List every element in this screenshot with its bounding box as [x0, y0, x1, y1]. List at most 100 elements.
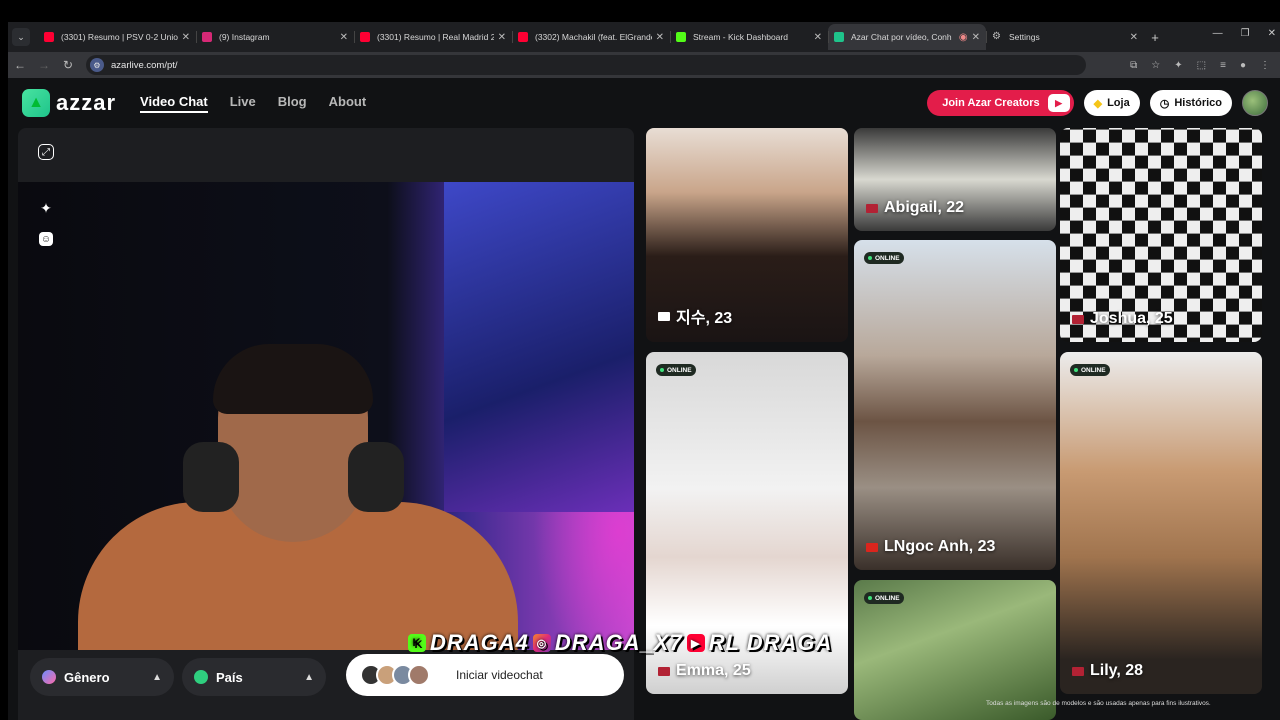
- profile-card[interactable]: ONLINE: [854, 580, 1056, 720]
- main-nav: Video Chat Live Blog About: [140, 94, 366, 113]
- images-disclaimer: Todas as imagens são de modelos e são us…: [986, 700, 1211, 707]
- extension-icon[interactable]: ✦: [1174, 60, 1182, 71]
- media-icon[interactable]: ≡: [1220, 60, 1226, 71]
- reload-icon[interactable]: ↻: [56, 58, 80, 72]
- profile-name: Lily, 28: [1072, 662, 1143, 680]
- shop-label: Loja: [1107, 97, 1130, 109]
- browser-tab-5[interactable]: Stream - Kick Dashboard ✕: [670, 24, 828, 50]
- site-info-icon[interactable]: ⚙: [90, 58, 104, 72]
- profile-card[interactable]: 지수, 23: [646, 128, 848, 342]
- browser-tab-7[interactable]: ⚙ Settings ✕: [986, 24, 1144, 50]
- profile-name-text: LNgoc Anh, 23: [884, 538, 996, 555]
- toolbar: ← → ↻ ⚙ azarlive.com/pt/ ⧉ ☆ ✦ ⬚ ≡ ● ⋮: [8, 52, 1280, 78]
- flag-us-icon: [1072, 314, 1084, 324]
- browser-tab-4[interactable]: (3302) Machakil (feat. ElGrande ✕: [512, 24, 670, 50]
- online-badge: ONLINE: [656, 364, 696, 376]
- shop-button[interactable]: ◆ Loja: [1083, 90, 1140, 116]
- country-filter[interactable]: País ▲: [182, 658, 326, 696]
- azar-logo[interactable]: ▲ azzar: [22, 89, 116, 117]
- chevron-up-icon: ▲: [304, 671, 314, 683]
- gender-icon: [42, 670, 56, 684]
- chevron-up-icon: ▲: [152, 671, 162, 683]
- install-app-icon[interactable]: ⧉: [1130, 60, 1137, 71]
- bookmark-star-icon[interactable]: ☆: [1151, 60, 1160, 71]
- close-window-icon[interactable]: ✕: [1268, 28, 1276, 39]
- headphone-left: [183, 442, 239, 512]
- avatar: [408, 664, 430, 686]
- browser-window: ⌄ (3301) Resumo | PSV 0-2 Union ✕ (9) Ins…: [8, 22, 1280, 720]
- browser-tools: ⧉ ☆ ✦ ⬚ ≡ ● ⋮: [1130, 60, 1270, 71]
- history-label: Histórico: [1174, 97, 1222, 109]
- gear-icon: ⚙: [992, 31, 1001, 42]
- close-tab-icon[interactable]: ✕: [340, 32, 348, 43]
- close-tab-icon[interactable]: ✕: [182, 32, 190, 43]
- instagram-icon: ◎: [532, 634, 551, 652]
- profile-card[interactable]: Joshua, 25: [1060, 128, 1262, 342]
- back-icon[interactable]: ←: [8, 58, 32, 72]
- youtube-icon: ▶: [686, 634, 705, 652]
- streamer: [78, 344, 518, 650]
- self-camera-video: [18, 182, 634, 650]
- flag-us-icon: [658, 666, 670, 676]
- effects-sparkle-icon[interactable]: ✦: [36, 198, 56, 218]
- expand-icon[interactable]: ⤢: [38, 144, 54, 160]
- play-icon: ▶: [1047, 94, 1070, 112]
- browser-tab-1[interactable]: (3301) Resumo | PSV 0-2 Union ✕: [38, 24, 196, 50]
- profile-card[interactable]: Abigail, 22: [854, 128, 1056, 231]
- restore-icon[interactable]: ❐: [1241, 28, 1250, 39]
- profile-name: LNgoc Anh, 23: [866, 538, 995, 556]
- extensions-puzzle-icon[interactable]: ⬚: [1197, 60, 1206, 71]
- browser-tab-2[interactable]: (9) Instagram ✕: [196, 24, 354, 50]
- address-bar[interactable]: ⚙ azarlive.com/pt/: [86, 55, 1086, 75]
- profile-card[interactable]: ONLINE Lily, 28: [1060, 352, 1262, 694]
- browser-tab-3[interactable]: (3301) Resumo | Real Madrid 2 ✕: [354, 24, 512, 50]
- instagram-icon: [202, 32, 212, 42]
- gender-filter[interactable]: Gênero ▲: [30, 658, 174, 696]
- start-videochat-button[interactable]: Iniciar videochat: [346, 654, 624, 696]
- kick-icon: K: [408, 634, 426, 652]
- close-tab-icon[interactable]: ✕: [1130, 32, 1138, 43]
- profile-icon[interactable]: ●: [1240, 60, 1246, 71]
- start-label: Iniciar videochat: [456, 668, 543, 682]
- globe-icon: [194, 670, 208, 684]
- browser-tab-6-active[interactable]: Azar Chat por vídeo, Conh ◉ ✕: [828, 24, 986, 50]
- join-creators-button[interactable]: Join Azar Creators ▶: [927, 90, 1074, 116]
- url-text: azarlive.com/pt/: [111, 59, 178, 71]
- tab-bar: ⌄ (3301) Resumo | PSV 0-2 Union ✕ (9) Ins…: [8, 22, 1280, 52]
- nav-blog[interactable]: Blog: [278, 94, 307, 113]
- nav-about[interactable]: About: [329, 94, 367, 113]
- gender-label: Gênero: [64, 669, 110, 685]
- profile-name: Emma, 25: [658, 662, 751, 680]
- profile-name-text: Emma, 25: [676, 662, 751, 679]
- hair: [213, 344, 373, 414]
- close-tab-icon[interactable]: ✕: [498, 32, 506, 43]
- menu-icon[interactable]: ⋮: [1260, 60, 1270, 71]
- youtube-handle: RL DRAGA: [708, 630, 833, 655]
- avatar-stack: [360, 664, 430, 686]
- recording-icon: ◉: [958, 31, 968, 43]
- forward-icon[interactable]: →: [32, 58, 56, 72]
- tab-search-button[interactable]: ⌄: [12, 28, 30, 46]
- window-controls: — ❐ ✕: [1213, 28, 1276, 39]
- new-tab-button[interactable]: +: [1144, 30, 1166, 45]
- nav-live[interactable]: Live: [230, 94, 256, 113]
- history-button[interactable]: ◷ Histórico: [1149, 90, 1232, 116]
- country-label: País: [216, 669, 243, 685]
- headphone-right: [348, 442, 404, 512]
- kick-icon: [676, 32, 686, 42]
- profile-name: 지수, 23: [658, 304, 732, 328]
- close-tab-icon[interactable]: ✕: [814, 32, 822, 43]
- instagram-handle: DRAGA_X7: [554, 630, 683, 655]
- close-tab-icon[interactable]: ✕: [656, 32, 664, 43]
- emoji-filter-icon[interactable]: ☺: [39, 232, 53, 246]
- azar-logo-icon: ▲: [22, 89, 50, 117]
- logo-text: azzar: [56, 90, 117, 115]
- nav-video-chat[interactable]: Video Chat: [140, 94, 208, 113]
- profile-name-text: 지수, 23: [676, 310, 733, 327]
- minimize-icon[interactable]: —: [1213, 28, 1223, 39]
- avatar[interactable]: [1242, 90, 1268, 116]
- profile-card[interactable]: ONLINE LNgoc Anh, 23: [854, 240, 1056, 570]
- close-tab-icon[interactable]: ✕: [972, 32, 980, 43]
- profile-name: Joshua, 25: [1072, 310, 1173, 328]
- youtube-icon: [360, 32, 370, 42]
